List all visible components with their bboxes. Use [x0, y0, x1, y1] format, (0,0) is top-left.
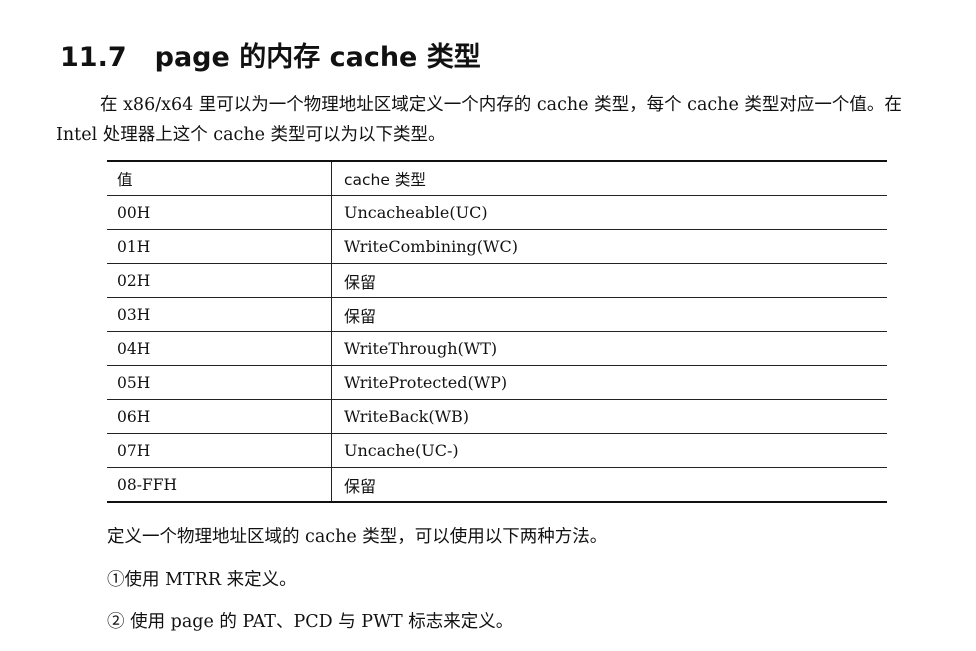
table-row: 06H WriteBack(WB) — [107, 399, 887, 434]
cell-value: 05H — [107, 365, 332, 400]
cell-cache-type: WriteThrough(WT) — [331, 331, 887, 366]
document-page: 11.7 page 的内存 cache 类型 在 x86/x64 里可以为一个物理… — [0, 0, 976, 651]
table-row: 01H WriteCombining(WC) — [107, 229, 887, 264]
method-item: ② 使用 page 的 PAT、PCD 与 PWT 标志来定义。 — [107, 612, 514, 632]
cell-cache-type: 保留 — [331, 297, 887, 332]
methods-section: 定义一个物理地址区域的 cache 类型，可以使用以下两种方法。 ①使用 MTR… — [107, 522, 947, 649]
cell-cache-type: 保留 — [331, 263, 887, 298]
cell-value: 03H — [107, 297, 332, 332]
table-row: 05H WriteProtected(WP) — [107, 365, 887, 400]
cell-cache-type: WriteCombining(WC) — [331, 229, 887, 264]
method-item: ①使用 MTRR 来定义。 — [107, 570, 297, 590]
cell-value: 04H — [107, 331, 332, 366]
section-title: page 的内存 cache 类型 — [154, 42, 481, 74]
cell-cache-type: Uncacheable(UC) — [331, 195, 887, 230]
cell-cache-type: WriteProtected(WP) — [331, 365, 887, 400]
cell-cache-type: WriteBack(WB) — [331, 399, 887, 434]
cell-value: 08-FFH — [107, 467, 332, 503]
intro-text: 在 x86/x64 里可以为一个物理地址区域定义一个内存的 cache 类型，每… — [56, 95, 902, 145]
header-value: 值 — [107, 160, 332, 196]
cell-cache-type: Uncache(UC-) — [331, 433, 887, 468]
cell-value: 02H — [107, 263, 332, 298]
table-row: 04H WriteThrough(WT) — [107, 331, 887, 366]
cell-value: 06H — [107, 399, 332, 434]
section-heading: 11.7 page 的内存 cache 类型 — [60, 40, 481, 76]
section-number: 11.7 — [60, 42, 127, 74]
table-row: 07H Uncache(UC-) — [107, 433, 887, 468]
intro-paragraph: 在 x86/x64 里可以为一个物理地址区域定义一个内存的 cache 类型，每… — [56, 90, 946, 150]
cell-value: 07H — [107, 433, 332, 468]
cache-type-table: 值 cache 类型 00H Uncacheable(UC) 01H Write… — [107, 160, 887, 503]
table-row: 02H 保留 — [107, 263, 887, 298]
table-header-row: 值 cache 类型 — [107, 160, 887, 196]
cell-value: 01H — [107, 229, 332, 264]
cell-cache-type: 保留 — [331, 467, 887, 503]
header-cache-type: cache 类型 — [331, 160, 887, 196]
methods-intro: 定义一个物理地址区域的 cache 类型，可以使用以下两种方法。 — [107, 527, 608, 547]
table-row: 08-FFH 保留 — [107, 467, 887, 503]
table-row: 00H Uncacheable(UC) — [107, 195, 887, 230]
cell-value: 00H — [107, 195, 332, 230]
table-row: 03H 保留 — [107, 297, 887, 332]
